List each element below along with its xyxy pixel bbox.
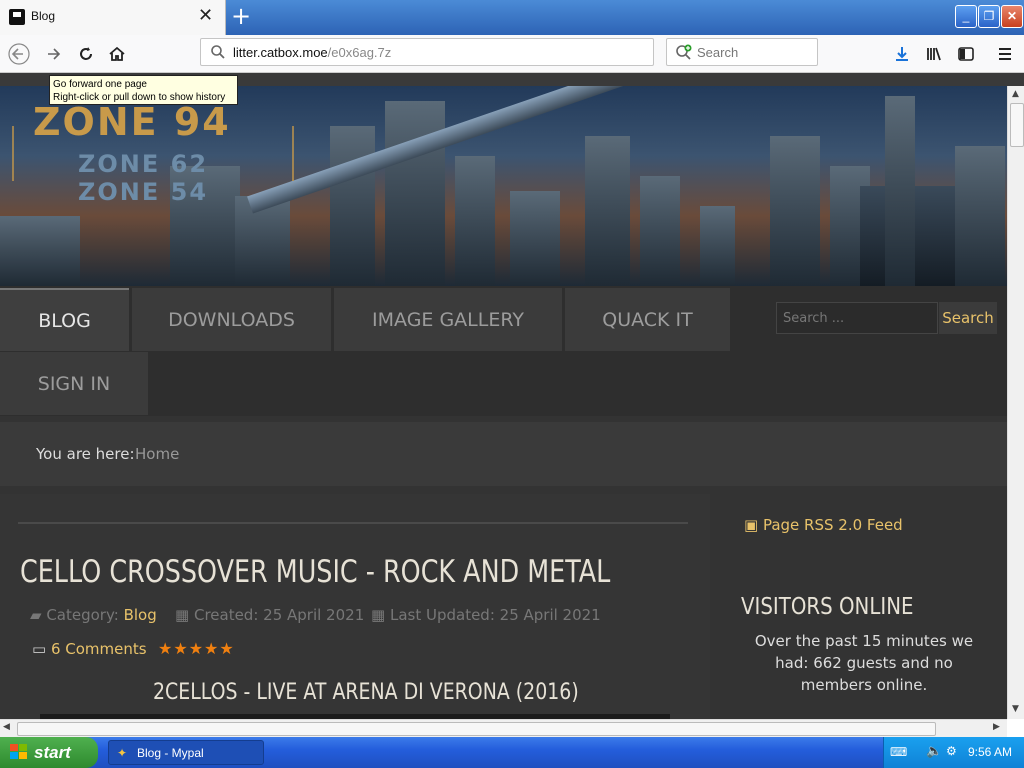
home-icon bbox=[109, 46, 125, 61]
sidebar-icon bbox=[958, 47, 974, 61]
url-text: litter.catbox.moe/e0x6ag.7z bbox=[233, 45, 391, 60]
home-button[interactable] bbox=[103, 40, 131, 68]
tooltip-line-2: Right-click or pull down to show history bbox=[53, 92, 226, 103]
minimize-button[interactable]: _ bbox=[955, 5, 977, 28]
site-search-button[interactable]: Search bbox=[939, 302, 997, 334]
nav-blog[interactable]: BLOG bbox=[0, 288, 129, 351]
forward-tooltip: Go forward one page Right-click or pull … bbox=[49, 75, 238, 105]
tooltip-line-1: Go forward one page bbox=[53, 79, 147, 90]
browser-tab-bar: Blog ✕ + _ ❐ ✕ bbox=[0, 0, 1024, 35]
updated-date: Last Updated: 25 April 2021 bbox=[389, 606, 601, 624]
comments-link[interactable]: ▭ 6 Comments bbox=[32, 640, 147, 658]
rss-icon: ▣ bbox=[744, 516, 759, 534]
comments-count: 6 Comments bbox=[50, 640, 147, 658]
article-created: ▦ Created: 25 April 2021 bbox=[175, 606, 364, 624]
tab-blog[interactable]: Blog ✕ bbox=[0, 0, 226, 35]
keyboard-icon[interactable]: ⌨ bbox=[890, 745, 907, 759]
comment-icon: ▭ bbox=[32, 640, 47, 658]
breadcrumb-home-link[interactable]: Home bbox=[135, 445, 179, 463]
url-path: /e0x6ag.7z bbox=[327, 45, 392, 60]
article-title[interactable]: CELLO CROSSOVER MUSIC - ROCK AND METAL bbox=[20, 554, 610, 590]
article-updated: ▦ Last Updated: 25 April 2021 bbox=[371, 606, 601, 624]
category-link[interactable]: Blog bbox=[124, 606, 157, 624]
horizontal-scrollbar[interactable]: ◀ ▶ bbox=[0, 719, 1007, 737]
browser-toolbar: litter.catbox.moe/e0x6ag.7z Search bbox=[0, 35, 1024, 73]
vertical-scroll-thumb[interactable] bbox=[1010, 103, 1024, 147]
site-search-input[interactable]: Search ... bbox=[776, 302, 938, 334]
menu-button[interactable] bbox=[991, 40, 1019, 68]
scroll-right-icon[interactable]: ▶ bbox=[993, 722, 1000, 732]
scroll-corner bbox=[1007, 719, 1024, 737]
logo-frame bbox=[12, 126, 294, 181]
close-window-button[interactable]: ✕ bbox=[1001, 5, 1023, 28]
nav-downloads[interactable]: DOWNLOADS bbox=[132, 288, 331, 351]
nav-quack-it[interactable]: QUACK IT bbox=[565, 288, 730, 351]
category-label: Category: bbox=[46, 606, 119, 624]
scroll-up-icon[interactable]: ▲ bbox=[1012, 89, 1019, 99]
reload-button[interactable] bbox=[72, 40, 100, 68]
taskbar-item-label: Blog - Mypal bbox=[137, 745, 204, 760]
visitors-title: VISITORS ONLINE bbox=[741, 594, 914, 620]
rating-stars[interactable]: ★★★★★ bbox=[158, 639, 235, 658]
rss-link[interactable]: ▣ Page RSS 2.0 Feed bbox=[744, 516, 903, 534]
new-tab-button[interactable]: + bbox=[231, 3, 251, 29]
scroll-down-icon[interactable]: ▼ bbox=[1012, 704, 1019, 714]
logo-sub-2: ZONE 54 bbox=[78, 178, 209, 206]
page-content: ZONE 94 ZONE 62 ZONE 54 BLOG DOWNLOADS I… bbox=[0, 86, 1007, 719]
breadcrumb: You are here: Home bbox=[0, 422, 1007, 486]
taskbar-item-mypal[interactable]: ✦ Blog - Mypal bbox=[108, 740, 264, 765]
tab-title: Blog bbox=[31, 9, 56, 23]
clock[interactable]: 9:56 AM bbox=[968, 745, 1012, 759]
taskbar: start ✦ Blog - Mypal ⌨ 🔈 ⚙ 9:56 AM bbox=[0, 737, 1024, 768]
close-tab-icon[interactable]: ✕ bbox=[198, 5, 213, 27]
divider bbox=[18, 522, 688, 524]
forward-arrow-icon bbox=[48, 48, 61, 60]
site-banner: ZONE 94 ZONE 62 ZONE 54 bbox=[0, 86, 1007, 286]
search-engine-icon bbox=[676, 44, 692, 60]
mypal-icon: ✦ bbox=[117, 746, 128, 760]
browser-search-placeholder: Search bbox=[697, 45, 739, 60]
windows-logo-icon bbox=[10, 744, 28, 760]
vertical-scrollbar[interactable]: ▲ ▼ bbox=[1007, 86, 1024, 719]
video-title: 2CELLOS - LIVE AT ARENA DI VERONA (2016) bbox=[153, 680, 579, 705]
reload-icon bbox=[80, 47, 92, 60]
start-button[interactable]: start bbox=[0, 737, 98, 768]
downloads-button[interactable] bbox=[888, 40, 916, 68]
url-host: litter.catbox.moe bbox=[233, 45, 328, 60]
maximize-button[interactable]: ❐ bbox=[978, 5, 1000, 28]
nav-sign-in[interactable]: SIGN IN bbox=[0, 352, 148, 415]
folder-icon: ▰ bbox=[30, 606, 42, 624]
site-favicon-icon bbox=[9, 9, 25, 25]
start-label: start bbox=[34, 742, 71, 762]
sidebar-button[interactable] bbox=[952, 40, 980, 68]
calendar-icon: ▦ bbox=[371, 606, 386, 624]
download-icon bbox=[896, 47, 908, 61]
back-arrow-icon bbox=[8, 43, 30, 65]
hamburger-menu-icon bbox=[999, 48, 1011, 60]
visitors-text: Over the past 15 minutes we had: 662 gue… bbox=[754, 632, 974, 694]
volume-icon[interactable]: 🔈 bbox=[926, 744, 942, 759]
article-category: ▰ Category: Blog bbox=[30, 606, 157, 624]
horizontal-scroll-thumb[interactable] bbox=[17, 722, 936, 736]
calendar-icon: ▦ bbox=[175, 606, 190, 624]
url-bar[interactable]: litter.catbox.moe/e0x6ag.7z bbox=[200, 38, 654, 66]
library-icon bbox=[927, 47, 941, 61]
back-button[interactable] bbox=[5, 40, 33, 68]
article: CELLO CROSSOVER MUSIC - ROCK AND METAL ▰… bbox=[0, 494, 710, 719]
nav-image-gallery[interactable]: IMAGE GALLERY bbox=[334, 288, 562, 351]
browser-search-field[interactable]: Search bbox=[666, 38, 818, 66]
scroll-left-icon[interactable]: ◀ bbox=[3, 722, 10, 732]
search-icon bbox=[211, 45, 225, 59]
network-icon[interactable]: ⚙ bbox=[946, 744, 957, 758]
library-button[interactable] bbox=[920, 40, 948, 68]
forward-button[interactable] bbox=[40, 40, 68, 68]
created-date: Created: 25 April 2021 bbox=[193, 606, 365, 624]
rss-label: Page RSS 2.0 Feed bbox=[762, 516, 903, 534]
breadcrumb-label: You are here: bbox=[36, 445, 135, 463]
